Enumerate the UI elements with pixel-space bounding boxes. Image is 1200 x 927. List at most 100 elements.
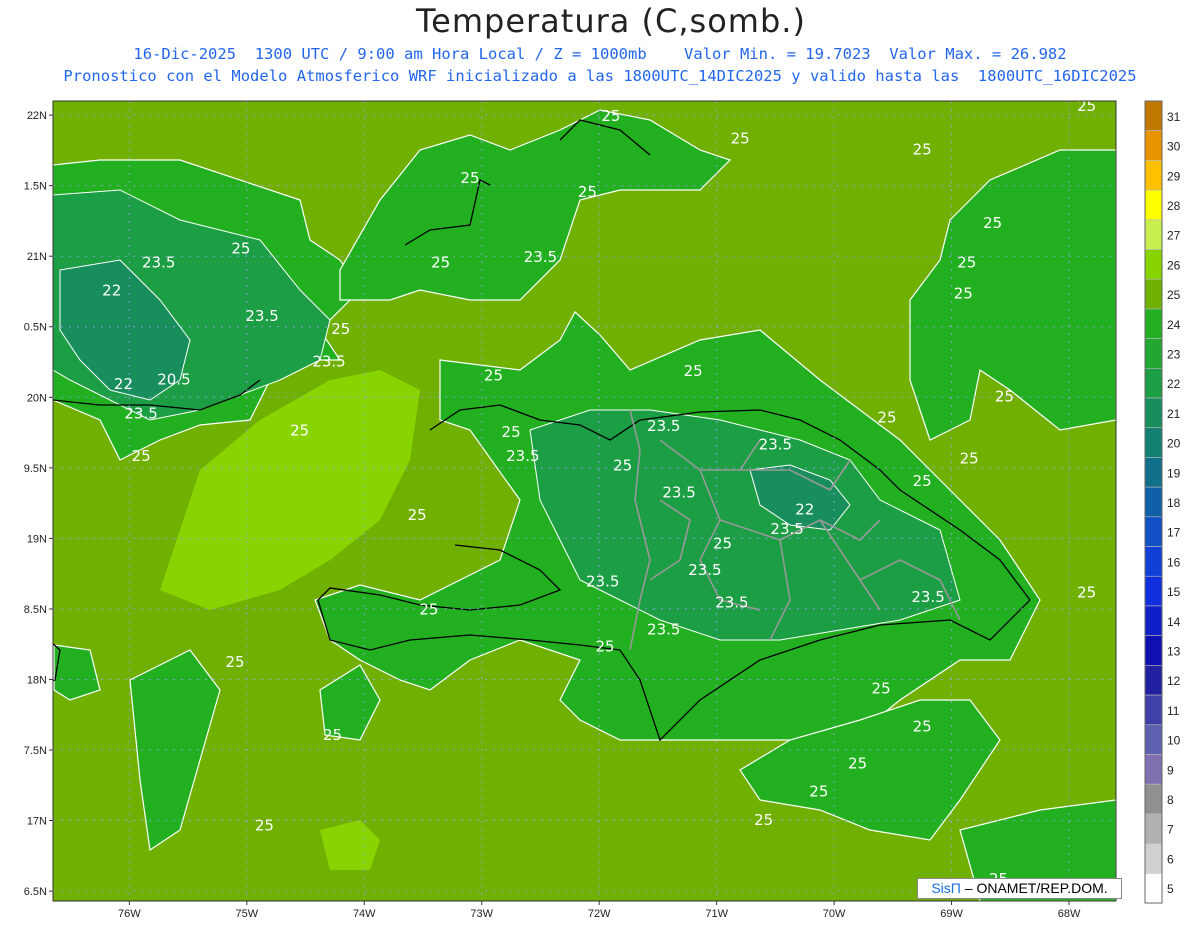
contour-label: 22 [795,500,814,518]
lon-tick-label: 71W [705,908,728,920]
legend-label: 16 [1167,555,1181,569]
legend-label: 23 [1167,347,1181,361]
contour-label: 25 [983,214,1002,232]
legend-swatch [1144,575,1163,607]
lat-tick-label: 22N [27,110,47,122]
legend-swatch [1144,368,1163,399]
contour-label: 25 [323,726,342,744]
contour-label: 25 [913,718,932,736]
lon-tick-label: 68W [1058,908,1081,920]
legend-swatch [1144,308,1163,339]
lat-tick-label: 7.5N [24,745,47,757]
legend-swatch [1144,249,1163,280]
legend-label: 6 [1167,852,1174,866]
contour-label: 25 [1077,584,1096,602]
longitude-axis: 76W 75W 74W 73W 72W 71W 70W 69W 68W [118,901,1081,920]
legend-swatch [1144,605,1163,636]
contour-label: 25 [848,754,867,772]
contour-label: 22 [114,375,133,393]
contour-label: 25 [995,388,1014,406]
legend-swatch [1144,635,1163,666]
credit-box: SisΠ – ONAMET/REP.DOM. [917,878,1122,899]
contour-label: 23.5 [715,594,748,612]
lat-tick-label: 9.5N [24,463,47,475]
lat-tick-label: 20N [27,392,47,404]
contour-label: 25 [460,169,479,187]
legend-swatch [1144,278,1163,310]
contour-label: 25 [502,423,521,441]
legend-swatch [1144,813,1163,844]
contour-label: 25 [809,783,828,801]
legend-swatch [1144,397,1163,429]
contour-label: 25 [877,409,896,427]
legend-swatch [1144,189,1163,221]
legend-label: 25 [1167,288,1181,302]
contour-label: 23.5 [586,572,619,590]
contour-label: 23.5 [911,588,944,606]
contour-label: 23.5 [647,620,680,638]
contour-label: 25 [613,457,632,475]
legend-swatch [1144,100,1163,132]
legend-label: 13 [1167,645,1181,659]
contour-label: 25 [231,239,250,257]
contour-label: 25 [1077,97,1096,115]
legend-swatch [1144,457,1163,488]
contour-label: 25 [578,183,597,201]
legend-swatch [1144,724,1163,755]
legend-label: 30 [1167,140,1181,154]
legend-label: 5 [1167,882,1174,896]
lat-tick-label: 18N [27,674,47,686]
sispi-logo: SisΠ [931,880,961,896]
legend-swatch [1144,427,1163,458]
contour-label: 25 [713,534,732,552]
lat-tick-label: 21N [27,251,47,263]
legend-label: 9 [1167,763,1174,777]
latitude-axis: 22N 1.5N 21N 0.5N 20N 9.5N 19N 8.5N 18N 7.5N 17N 6.… [24,110,53,898]
legend-swatch [1144,872,1163,904]
lon-tick-label: 75W [235,908,258,920]
legend-label: 24 [1167,318,1181,332]
contour-label: 23.5 [142,253,175,271]
contour-label: 23.5 [506,447,539,465]
contour-label: 25 [408,506,427,524]
legend-swatch [1144,160,1163,191]
legend-label: 18 [1167,496,1181,510]
contour-label: 25 [913,472,932,490]
lon-tick-label: 76W [118,908,141,920]
contour-label: 25 [684,362,703,380]
contour-label: 25 [872,680,891,698]
contour-label: 23.5 [245,307,278,325]
legend-swatch [1144,783,1163,815]
contour-label: 25 [754,811,773,829]
lon-tick-label: 74W [353,908,376,920]
contour-label: 25 [290,421,309,439]
contour-label: 22 [102,282,121,300]
credit-separator: – [964,880,973,896]
contour-label: 25 [419,601,438,619]
contour-label: 25 [226,653,245,671]
legend-swatch [1144,754,1163,785]
contour-label: 25 [601,107,620,125]
contour-label: 25 [957,253,976,271]
contour-label: 23.5 [662,483,695,501]
legend-label: 21 [1167,407,1181,421]
lat-tick-label: 8.5N [24,604,47,616]
contour-label: 25 [255,816,274,834]
lon-tick-label: 69W [940,908,963,920]
legend-label: 17 [1167,526,1181,540]
legend-swatch [1144,843,1163,874]
contour-label: 23.5 [124,404,157,422]
lat-tick-label: 17N [27,816,47,828]
legend-label: 15 [1167,585,1181,599]
legend-label: 28 [1167,199,1181,213]
legend-swatch [1144,665,1163,696]
temperature-map: 25 25 25 25 25 25 25 25 25 25 25 25 25 25 25 25 25 25 25 25… [24,97,1181,920]
legend-swatch [1144,130,1163,161]
contour-label: 25 [954,285,973,303]
legend-swatch [1144,486,1163,518]
contour-label: 25 [913,141,932,159]
contour-label: 25 [484,366,503,384]
lon-tick-label: 73W [470,908,493,920]
legend-label: 29 [1167,169,1181,183]
contour-label: 25 [960,450,979,468]
